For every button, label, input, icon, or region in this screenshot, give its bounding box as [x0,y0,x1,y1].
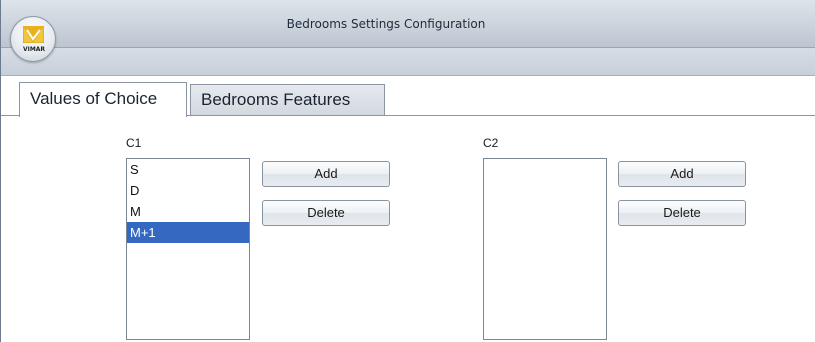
app-window: Bedrooms Settings Configuration VIMAR Va… [0,0,815,342]
listbox-c2[interactable] [483,158,607,340]
tab-bar: Values of Choice Bedrooms Features [1,76,815,117]
listbox-c1[interactable]: S D M M+1 [126,158,250,340]
group-label-c2: C2 [483,136,499,150]
vimar-logo-icon [23,26,44,43]
window-title: Bedrooms Settings Configuration [286,17,486,31]
delete-button-c1[interactable]: Delete [262,200,390,226]
logo-text: VIMAR [22,46,46,53]
ribbon-strip [1,48,815,76]
list-item[interactable]: M [127,201,249,222]
add-button-c1[interactable]: Add [262,161,390,187]
app-menu-button[interactable]: VIMAR [10,16,56,62]
delete-button-c2[interactable]: Delete [618,200,746,226]
tab-bedrooms-features[interactable]: Bedrooms Features [190,84,385,116]
list-item-selected[interactable]: M+1 [127,222,249,243]
tab-values-of-choice[interactable]: Values of Choice [19,82,187,117]
add-button-c2[interactable]: Add [618,161,746,187]
list-item[interactable]: D [127,180,249,201]
title-bar[interactable]: Bedrooms Settings Configuration [1,0,815,48]
group-label-c1: C1 [126,136,142,150]
tab-content-values-of-choice: C1 S D M M+1 Add Delete C2 Add Delete [1,116,815,342]
list-item[interactable]: S [127,159,249,180]
